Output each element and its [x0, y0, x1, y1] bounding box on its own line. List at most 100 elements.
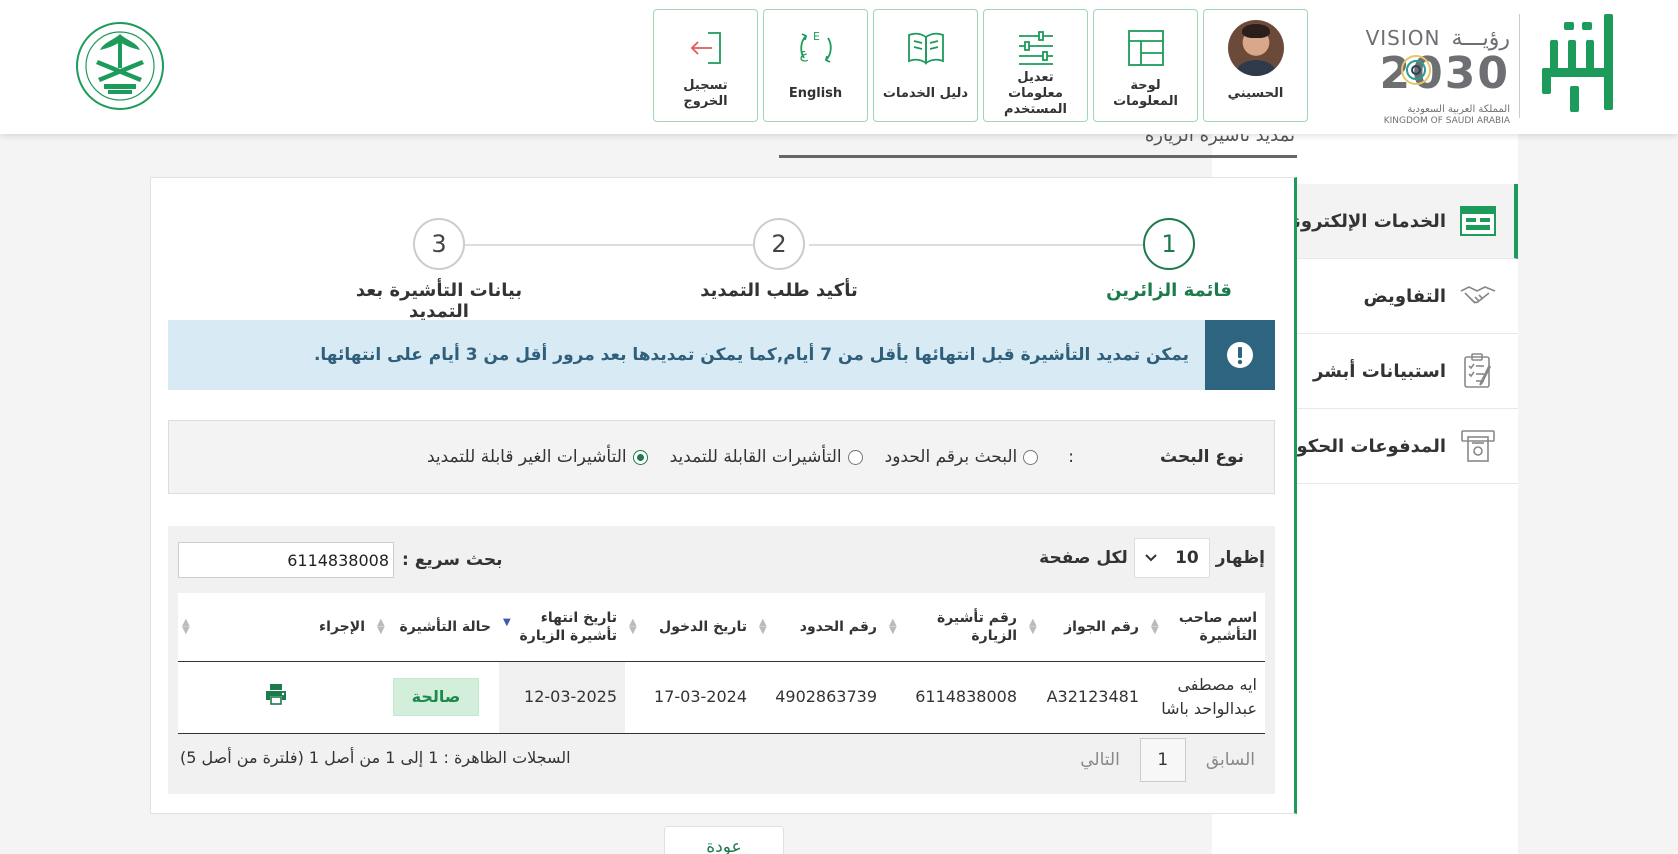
col-visa-number[interactable]: رقم تأشيرة الزيارة ▲ ▼ — [885, 593, 1025, 662]
sliders-icon — [1018, 31, 1053, 65]
exclamation-icon — [1205, 320, 1275, 390]
status-badge: صالحة — [392, 678, 480, 716]
notice-text: يمكن تمديد التأشيرة قبل انتهائها بأقل من… — [313, 345, 1189, 365]
language-tile[interactable]: E ع English — [763, 9, 868, 122]
language-icon-wrap: E ع — [796, 22, 836, 74]
search-type-label: نوع البحث — [1160, 447, 1244, 467]
sort-desc-icon: ▼ — [503, 617, 511, 628]
col-border-number[interactable]: رقم الحدود ▲ ▼ — [755, 593, 885, 662]
step-1: 1 قائمة الزائرين — [1059, 218, 1279, 301]
dashboard-tile[interactable]: لوحة المعلومات — [1093, 9, 1198, 122]
visas-table: اسم صاحب التأشيرة ▲ ▼ رقم الجواز ▲ ▼ رقم تأش… — [178, 593, 1265, 734]
table-header-row: اسم صاحب التأشيرة ▲ ▼ رقم الجواز ▲ ▼ رقم تأش… — [178, 593, 1265, 662]
step-1-label: قائمة الزائرين — [1106, 280, 1232, 301]
page-size-select[interactable]: 10 — [1133, 538, 1210, 578]
brand-divider — [1519, 14, 1520, 118]
book-icon-wrap — [906, 22, 946, 74]
sidebar-item-label: استبيانات أبشر — [1313, 360, 1446, 382]
page-size-group: إظهار 10 لكل صفحة — [1039, 538, 1265, 578]
profile-tile[interactable]: الحسيني — [1203, 9, 1308, 122]
stepper: 1 قائمة الزائرين 2 تأكيد طلب التمديد 3 ب… — [151, 218, 1294, 322]
col-visa-status[interactable]: حالة التأشيرة ▲ ▼ — [373, 593, 499, 662]
logout-icon — [690, 32, 721, 64]
vision-ksa-ar: المملكة العربية السعودية — [1407, 104, 1510, 115]
edit-user-info-label: تعديل معلومات المستخدم — [1004, 70, 1067, 117]
sidebar-item-label: التفاويض — [1363, 285, 1447, 307]
sidebar-item-label: الخدمات الإلكترونية — [1275, 210, 1446, 232]
page-size-value: 10 — [1175, 548, 1199, 568]
cell-visa-status: صالحة — [373, 661, 499, 734]
per-page-label: لكل صفحة — [1039, 548, 1128, 568]
col-entry-date[interactable]: تاريخ الدخول ▲ ▼ — [625, 593, 755, 662]
profile-label: الحسيني — [1227, 86, 1284, 101]
cell-holder-name: ايه مصطفى عبدالواحد باشا — [1147, 661, 1265, 734]
radio-non-extendable-visas-label: التأشيرات الغير قابلة للتمديد — [426, 447, 627, 467]
pagination-prev[interactable]: السابق — [1196, 750, 1265, 770]
brand-area: رؤيـــة VISION 2030 المملكة العربية السع… — [1348, 0, 1678, 134]
svg-text:ع: ع — [799, 46, 808, 62]
top-header: رؤيـــة VISION 2030 المملكة العربية السع… — [0, 0, 1678, 134]
survey-icon — [1458, 351, 1498, 391]
dashboard-icon-wrap — [1127, 22, 1165, 74]
table-row: ايه مصطفى عبدالواحد باشا A32123481 61148… — [178, 661, 1265, 734]
records-info: السجلات الظاهرة : 1 إلى 1 من أصل 1 (فلتر… — [180, 748, 571, 767]
sort-icon: ▲ ▼ — [377, 617, 385, 636]
step-3-label: بيانات التأشيرة بعد التمديد — [355, 280, 523, 322]
sliders-icon-wrap — [1017, 22, 1055, 74]
info-notice: يمكن تمديد التأشيرة قبل انتهائها بأقل من… — [168, 320, 1275, 390]
radio-border-number-input[interactable] — [1023, 449, 1039, 465]
edit-user-info-tile[interactable]: تعديل معلومات المستخدم — [983, 9, 1088, 122]
col-expiry-date[interactable]: تاريخ انتهاء تأشيرة الزيارة ▼ — [499, 593, 625, 662]
radio-extendable-visas[interactable]: التأشيرات القابلة للتمديد — [670, 447, 863, 467]
sort-icon: ▲ ▼ — [759, 617, 767, 636]
avatar — [1227, 20, 1284, 76]
vision-palm-emblem-icon — [1401, 55, 1431, 85]
sort-icon: ▲ ▼ — [1151, 617, 1159, 636]
print-icon[interactable] — [264, 683, 288, 705]
radio-non-extendable-visas-input[interactable] — [632, 449, 648, 465]
logout-tile[interactable]: تسجيل الخروج — [653, 9, 758, 122]
quick-search-input[interactable] — [178, 542, 394, 578]
sort-icon: ▲ ▼ — [1029, 617, 1037, 636]
step-2-label: تأكيد طلب التمديد — [700, 280, 858, 301]
cell-border-number: 4902863739 — [755, 661, 885, 734]
profile-avatar-wrap — [1227, 20, 1284, 76]
logout-icon-wrap — [686, 22, 726, 74]
pagination-next[interactable]: التالي — [1070, 750, 1130, 770]
dashboard-icon — [1127, 30, 1164, 66]
pagination-page-1[interactable]: 1 — [1139, 738, 1186, 782]
step-1-circle: 1 — [1143, 218, 1195, 270]
step-3-circle: 3 — [413, 218, 465, 270]
radio-extendable-visas-input[interactable] — [847, 449, 863, 465]
book-icon — [907, 32, 944, 65]
services-guide-tile[interactable]: دليل الخدمات — [873, 9, 978, 122]
services-guide-label: دليل الخدمات — [882, 86, 969, 101]
cell-entry-date: 17-03-2024 — [625, 661, 755, 734]
results-area: إظهار 10 لكل صفحة بحث سريع : اسم صاحب ال… — [168, 526, 1275, 794]
search-type-box: نوع البحث : البحث برقم الحدود التأشيرات … — [168, 420, 1275, 494]
pagination: السابق 1 التالي — [1070, 738, 1265, 782]
vision-ksa-en: KINGDOM OF SAUDI ARABIA — [1383, 116, 1510, 126]
radio-border-number[interactable]: البحث برقم الحدود — [885, 447, 1039, 467]
vision-2030-logo: رؤيـــة VISION 2030 المملكة العربية السع… — [1366, 22, 1510, 126]
radio-non-extendable-visas[interactable]: التأشيرات الغير قابلة للتمديد — [427, 447, 648, 467]
sort-icon: ▲ ▼ — [629, 617, 637, 636]
step-2-circle: 2 — [753, 218, 805, 270]
logout-label: تسجيل الخروج — [683, 78, 728, 109]
sort-icon: ▲ ▼ — [182, 617, 190, 636]
col-action[interactable]: الإجراء ▲ ▼ — [178, 593, 373, 662]
language-label: English — [788, 86, 843, 101]
col-passport[interactable]: رقم الجواز ▲ ▼ — [1025, 593, 1147, 662]
radio-border-number-label: البحث برقم الحدود — [884, 447, 1018, 467]
absher-logo[interactable] — [1534, 10, 1616, 120]
radio-extendable-visas-label: التأشيرات القابلة للتمديد — [669, 447, 842, 467]
back-button[interactable]: عودة — [664, 826, 784, 854]
cell-passport: A32123481 — [1025, 661, 1147, 734]
table-controls: إظهار 10 لكل صفحة بحث سريع : — [178, 538, 1265, 580]
handshake-icon — [1458, 276, 1498, 316]
header-nav-tiles: الحسيني لوحة المعلومات تعديل معلومات الم… — [653, 9, 1308, 122]
cell-action — [178, 661, 373, 734]
dashboard-label: لوحة المعلومات — [1113, 78, 1178, 109]
col-holder-name[interactable]: اسم صاحب التأشيرة ▲ ▼ — [1147, 593, 1265, 662]
quick-search-group: بحث سريع : — [178, 542, 503, 578]
